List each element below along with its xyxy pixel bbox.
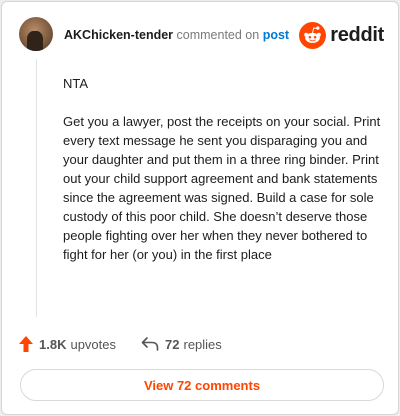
reddit-brand[interactable]: reddit [299,21,384,49]
reddit-snoo-icon [299,21,327,49]
post-link[interactable]: post [263,28,289,42]
thread-line [36,59,37,317]
upvote-count: 1.8K [39,336,67,352]
upvote-arrow-icon [19,336,33,352]
comment-body: NTA Get you a lawyer, post the receipts … [63,74,383,283]
upvote-label: upvotes [70,336,117,352]
comment-card: AKChicken-tender commented on post reddi… [1,1,399,415]
reply-arrow-icon [141,337,159,351]
action-text: commented on [176,28,260,42]
reply-count: 72 [165,336,180,352]
view-comments-button[interactable]: View 72 comments [20,369,384,401]
comment-meta: AKChicken-tender commented on post [64,28,289,42]
reddit-wordmark: reddit [330,23,384,46]
username[interactable]: AKChicken-tender [64,28,173,42]
reply-label: replies [183,336,222,352]
upvote-button[interactable]: 1.8K upvotes [19,336,116,352]
replies-button[interactable]: 72 replies [141,337,222,352]
comment-paragraph: Get you a lawyer, post the receipts on y… [63,114,381,262]
comment-paragraph: NTA [63,76,89,91]
comment-actions: 1.8K upvotes 72 replies [19,335,222,353]
comment-header: AKChicken-tender commented on post reddi… [19,17,384,53]
user-avatar[interactable] [19,17,53,51]
